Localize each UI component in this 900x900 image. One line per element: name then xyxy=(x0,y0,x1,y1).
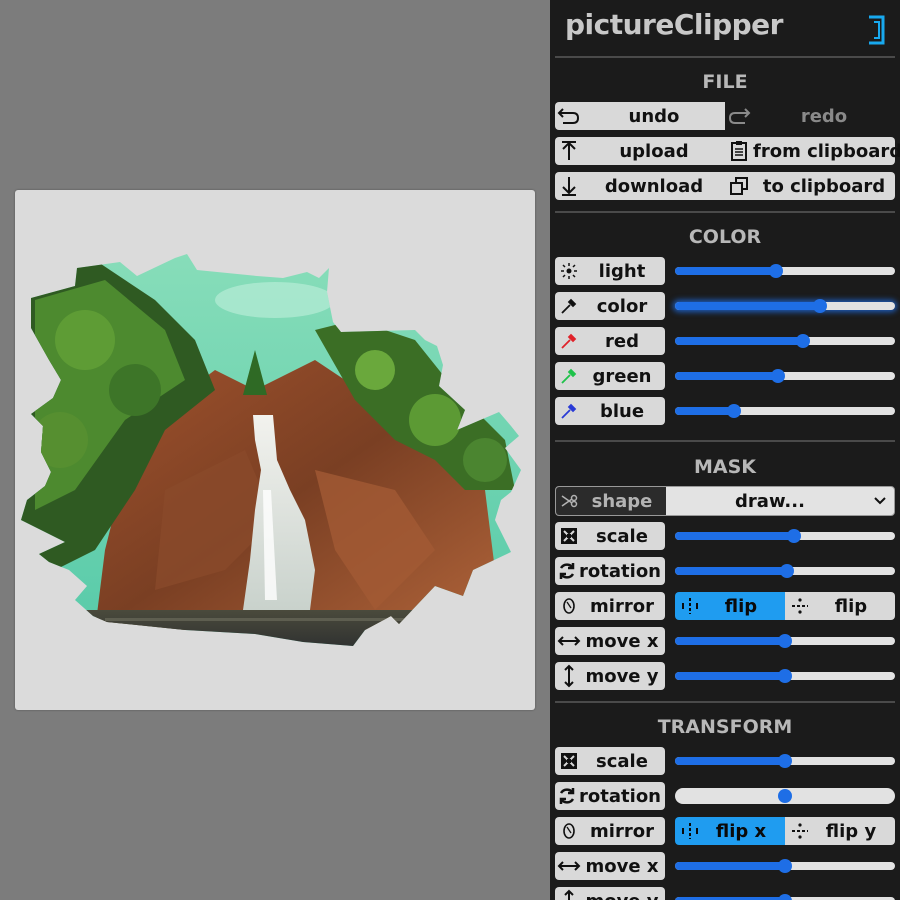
shape-value: draw... xyxy=(735,490,805,512)
transform-scale-button[interactable]: scale xyxy=(555,747,665,775)
shape-label: shape xyxy=(556,487,666,515)
transform-section-title: TRANSFORM xyxy=(657,716,793,738)
mask-move-y-slider[interactable] xyxy=(675,669,895,683)
flip-vertical-icon xyxy=(785,598,815,614)
mask-mirror-button[interactable]: mirror xyxy=(555,592,665,620)
arrows-horizontal-icon xyxy=(555,859,583,873)
blue-slider[interactable] xyxy=(675,404,895,418)
slider-thumb[interactable] xyxy=(778,789,792,803)
transform-move-y-button[interactable]: move y xyxy=(555,887,665,900)
app-title: pictureClipper xyxy=(565,8,783,41)
chevron-down-icon xyxy=(874,493,894,509)
slider-thumb[interactable] xyxy=(778,754,792,768)
arrows-horizontal-icon xyxy=(555,634,583,648)
transform-flip-toggle: flip x flip y xyxy=(675,817,895,845)
slider-thumb[interactable] xyxy=(778,894,792,900)
file-section-title: FILE xyxy=(702,71,748,93)
red-button[interactable]: red xyxy=(555,327,665,355)
slider-thumb[interactable] xyxy=(796,334,810,348)
download-button[interactable]: download xyxy=(555,172,725,200)
flip-x-button[interactable]: flip x xyxy=(675,817,785,845)
slider-thumb[interactable] xyxy=(778,669,792,683)
transform-move-x-slider[interactable] xyxy=(675,859,895,873)
rotate-icon xyxy=(555,561,579,581)
blue-button[interactable]: blue xyxy=(555,397,665,425)
green-slider[interactable] xyxy=(675,369,895,383)
mask-move-y-button[interactable]: move y xyxy=(555,662,665,690)
mask-flip-vertical-button[interactable]: flip xyxy=(785,592,895,620)
upload-button[interactable]: upload xyxy=(555,137,725,165)
eyedropper-red-icon xyxy=(555,332,583,350)
slider-thumb[interactable] xyxy=(771,369,785,383)
clipboard-icon xyxy=(725,140,753,162)
undo-icon xyxy=(555,106,583,126)
control-panel: pictureClipper FILE undo redo upload fro… xyxy=(550,0,900,900)
scissors-icon xyxy=(556,493,584,509)
slider-thumb[interactable] xyxy=(778,634,792,648)
light-button[interactable]: light xyxy=(555,257,665,285)
flip-y-button[interactable]: flip y xyxy=(785,817,895,845)
slider-thumb[interactable] xyxy=(727,404,741,418)
mirror-icon xyxy=(555,821,583,841)
redo-icon xyxy=(725,106,753,126)
light-slider[interactable] xyxy=(675,264,895,278)
mirror-icon xyxy=(555,596,583,616)
to-clipboard-button[interactable]: to clipboard xyxy=(725,172,895,200)
rotate-icon xyxy=(555,786,579,806)
mask-rotation-button[interactable]: rotation xyxy=(555,557,665,585)
slider-thumb[interactable] xyxy=(778,859,792,873)
upload-icon xyxy=(555,140,583,162)
divider xyxy=(555,440,895,442)
slider-thumb[interactable] xyxy=(769,264,783,278)
transform-move-x-button[interactable]: move x xyxy=(555,852,665,880)
green-button[interactable]: green xyxy=(555,362,665,390)
flip-horizontal-icon xyxy=(675,823,705,839)
mask-scale-slider[interactable] xyxy=(675,529,895,543)
slider-thumb[interactable] xyxy=(813,299,827,313)
mask-move-x-button[interactable]: move x xyxy=(555,627,665,655)
scale-icon xyxy=(555,752,583,770)
arrows-vertical-icon xyxy=(555,889,583,900)
mask-rotation-slider[interactable] xyxy=(675,564,895,578)
image-canvas[interactable] xyxy=(15,190,535,710)
mask-flip-horizontal-button[interactable]: flip xyxy=(675,592,785,620)
transform-rotation-slider[interactable] xyxy=(675,788,895,804)
divider xyxy=(555,211,895,213)
copy-icon xyxy=(725,176,753,196)
eyedropper-icon xyxy=(555,297,583,315)
app-logo-icon xyxy=(869,15,885,45)
sun-icon xyxy=(555,262,583,280)
undo-button[interactable]: undo xyxy=(555,102,725,130)
color-section-title: COLOR xyxy=(688,226,762,248)
flip-vertical-icon xyxy=(785,823,815,839)
eyedropper-blue-icon xyxy=(555,402,583,420)
clipped-picture xyxy=(21,254,521,646)
mask-shape-select[interactable]: shape draw... xyxy=(555,486,895,516)
scale-icon xyxy=(555,527,583,545)
mask-section-title: MASK xyxy=(693,456,757,478)
mask-scale-button[interactable]: scale xyxy=(555,522,665,550)
slider-thumb[interactable] xyxy=(787,529,801,543)
color-slider[interactable] xyxy=(675,299,895,313)
mask-move-x-slider[interactable] xyxy=(675,634,895,648)
transform-rotation-button[interactable]: rotation xyxy=(555,782,665,810)
divider xyxy=(555,56,895,58)
transform-mirror-button[interactable]: mirror xyxy=(555,817,665,845)
download-icon xyxy=(555,175,583,197)
flip-horizontal-icon xyxy=(675,598,705,614)
color-button[interactable]: color xyxy=(555,292,665,320)
from-clipboard-button[interactable]: from clipboard xyxy=(725,137,900,165)
slider-thumb[interactable] xyxy=(780,564,794,578)
mask-flip-toggle: flip flip xyxy=(675,592,895,620)
transform-scale-slider[interactable] xyxy=(675,754,895,768)
arrows-vertical-icon xyxy=(555,664,583,688)
eyedropper-green-icon xyxy=(555,367,583,385)
red-slider[interactable] xyxy=(675,334,895,348)
divider xyxy=(555,701,895,703)
redo-button[interactable]: redo xyxy=(725,102,895,130)
